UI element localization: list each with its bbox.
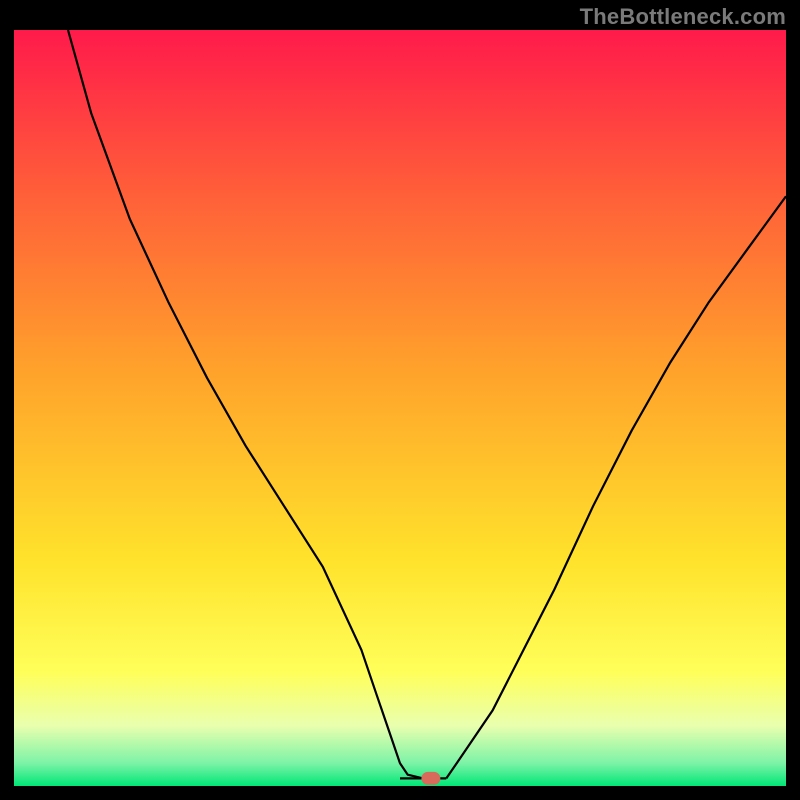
chart-background [14,30,786,786]
chart-frame [14,30,786,786]
watermark-text: TheBottleneck.com [580,4,786,30]
bottleneck-chart [14,30,786,786]
sweet-spot-marker [422,772,440,784]
